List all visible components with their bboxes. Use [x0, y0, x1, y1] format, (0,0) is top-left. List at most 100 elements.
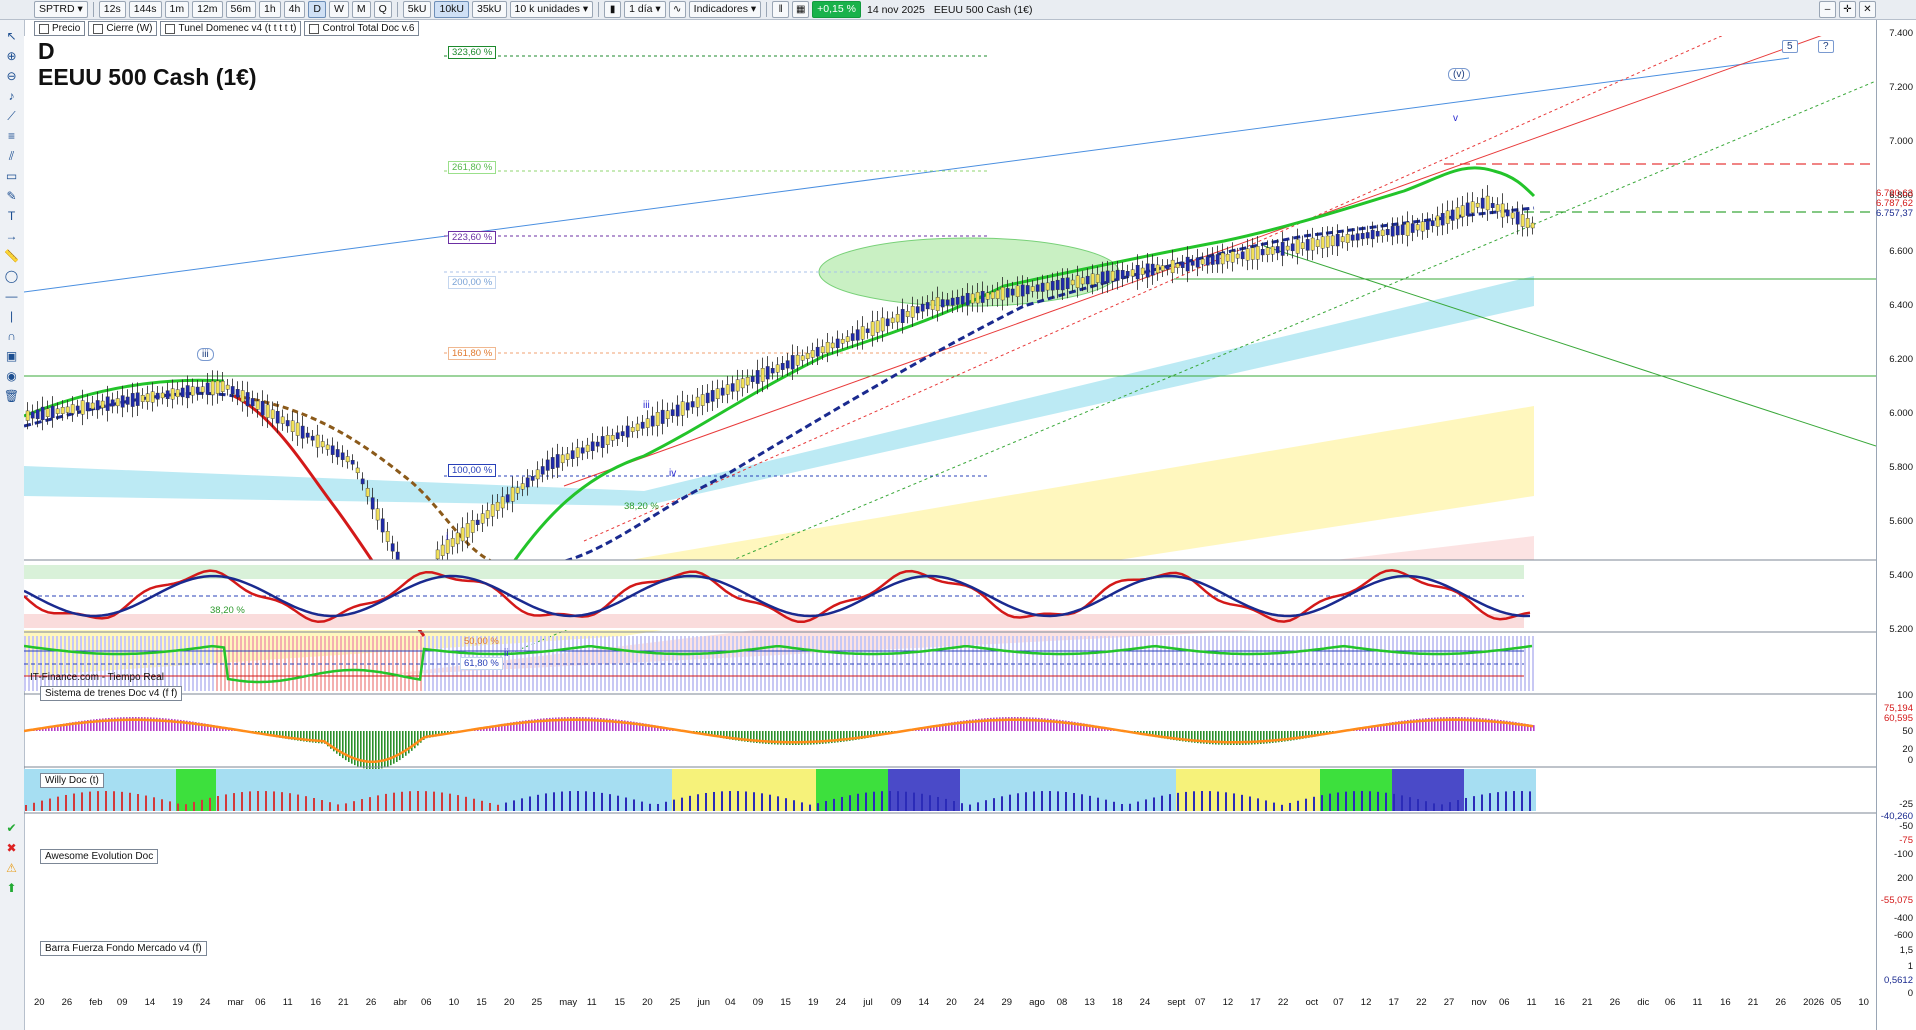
symbol-selector[interactable]: SPTRD ▾ [34, 1, 88, 18]
overlay-tunel-domenec[interactable]: Tunel Domenec v4 (t t t t t) [160, 21, 302, 36]
overlay-control-total[interactable]: Control Total Doc v.6 [304, 21, 420, 36]
cursor-icon[interactable]: ↖ [3, 28, 20, 45]
wave-label-question[interactable]: ? [1818, 40, 1834, 53]
arrow-icon[interactable]: → [3, 228, 20, 245]
instrument-title: EEUU 500 Cash (1€) [933, 3, 1033, 16]
fib-label-61[interactable]: 61,80 % [460, 657, 503, 670]
time-tick: 10 [1858, 997, 1869, 1008]
fib-label-161[interactable]: 161,80 % [448, 347, 497, 360]
interval-d[interactable]: D [308, 1, 326, 18]
up-arrow-icon[interactable]: ⬆ [3, 880, 20, 897]
force-histogram-bar [1081, 794, 1083, 811]
indicators-icon[interactable]: ∿ [668, 1, 686, 18]
horizontal-line-icon[interactable]: — [3, 288, 20, 305]
overlay-close-w[interactable]: Cierre (W) [88, 21, 158, 36]
volume-5ku[interactable]: 5kU [402, 1, 432, 18]
text-icon[interactable]: T [3, 208, 20, 225]
zoom-in-icon[interactable]: ⊕ [3, 48, 20, 65]
indicators-menu[interactable]: Indicadores ▾ [688, 1, 762, 18]
fib-label-50[interactable]: 50,00 % [460, 635, 503, 648]
interval-1h[interactable]: 1h [258, 1, 281, 18]
wave-label-paren-v[interactable]: (v) [1448, 68, 1470, 81]
candle-body [580, 447, 585, 454]
trendline-icon[interactable]: ⟋ [3, 108, 20, 125]
pen-icon[interactable]: ✎ [3, 188, 20, 205]
fib-label-38-mid[interactable]: 38,20 % [620, 500, 663, 513]
willy-bar [1100, 636, 1102, 691]
candle-body [485, 510, 490, 519]
magnet-icon[interactable]: ∩ [3, 328, 20, 345]
interval-w[interactable]: W [328, 1, 349, 18]
interval-56m[interactable]: 56m [225, 1, 256, 18]
close-icon[interactable]: ✕ [1859, 1, 1876, 18]
interval-12s[interactable]: 12s [98, 1, 126, 18]
time-axis[interactable]: 20 26 feb 09 14 19 24 mar 06 11 16 21 26 abr 06 10 15 20 2… [24, 995, 1876, 1011]
bell-icon[interactable]: ♪ [3, 88, 20, 105]
zoom-out-icon[interactable]: ⊖ [3, 68, 20, 85]
warning-icon[interactable]: ⚠ [3, 860, 20, 877]
wave-label-5[interactable]: 5 [1782, 40, 1798, 53]
volume-10ku[interactable]: 10kU [434, 1, 469, 18]
interval-1m[interactable]: 1m [164, 1, 190, 18]
force-histogram-bar [1033, 791, 1035, 811]
fib-label-38-left[interactable]: 38,20 % [206, 604, 249, 617]
units-selector[interactable]: 10 k unidades ▾ [509, 1, 594, 18]
checkbox-icon[interactable] [39, 23, 49, 34]
awesome-bar [369, 731, 371, 770]
period-selector[interactable]: 1 día ▾ [624, 1, 666, 18]
pause-icon[interactable]: ‖ [772, 1, 790, 18]
time-tick: 09 [890, 997, 902, 1008]
minimize-icon[interactable]: – [1819, 1, 1836, 18]
checkbox-icon[interactable] [93, 23, 104, 34]
willy-bar [1324, 636, 1326, 691]
price-tick: 6.600 [1889, 246, 1913, 257]
candle-body [680, 401, 685, 416]
force-histogram-bar [1241, 794, 1243, 811]
fib-icon[interactable]: ≡ [3, 128, 20, 145]
fib-label-100[interactable]: 100,00 % [448, 464, 497, 477]
fib-label-200[interactable]: 200,00 % [448, 276, 497, 289]
ruler-icon[interactable]: 📏 [3, 248, 20, 265]
lock-icon[interactable]: ▣ [3, 348, 20, 365]
interval-144s[interactable]: 144s [128, 1, 162, 18]
crosshair-icon[interactable]: ✛ [1839, 1, 1856, 18]
chart-canvas[interactable] [24, 36, 1876, 996]
panel-title-force[interactable]: Barra Fuerza Fondo Mercado v4 (f) [40, 941, 207, 956]
candle-body [565, 453, 570, 460]
fib-label-261[interactable]: 261,80 % [448, 161, 497, 174]
force-histogram-bar [1513, 791, 1515, 811]
checkbox-icon[interactable] [309, 23, 320, 34]
ellipse-icon[interactable]: ◯ [3, 268, 20, 285]
interval-4h[interactable]: 4h [283, 1, 306, 18]
volume-35ku[interactable]: 35kU [472, 1, 507, 18]
force-histogram-bar [97, 791, 99, 811]
panel-title-trains[interactable]: Sistema de trenes Doc v4 (f f) [40, 686, 183, 701]
chart-type-icon[interactable]: ▮ [604, 1, 622, 18]
force-histogram-bar [665, 801, 667, 811]
rectangle-icon[interactable]: ▭ [3, 168, 20, 185]
price-axis[interactable]: 7.400 7.200 7.000 6.800 6.600 6.400 6.20… [1876, 20, 1916, 1030]
candle-body [25, 410, 30, 421]
fib-label-323[interactable]: 323,60 % [448, 46, 497, 59]
panel-title-willy[interactable]: Willy Doc (t) [40, 773, 104, 788]
check-icon[interactable]: ✔ [3, 820, 20, 837]
vertical-line-icon[interactable]: | [3, 308, 20, 325]
interval-q[interactable]: Q [373, 1, 392, 18]
candle-body [205, 382, 210, 395]
checkbox-icon[interactable] [165, 23, 176, 34]
eye-icon[interactable]: ◉ [3, 368, 20, 385]
overlay-price[interactable]: Precio [34, 21, 86, 36]
fib-label-223[interactable]: 223,60 % [448, 231, 497, 244]
trash-icon[interactable]: 🗑 [3, 388, 20, 405]
time-tick: 21 [1747, 997, 1759, 1008]
force-histogram-bar [993, 798, 995, 811]
interval-m[interactable]: M [351, 1, 371, 18]
candle-body [1035, 284, 1040, 292]
panel-title-awesome[interactable]: Awesome Evolution Doc [40, 849, 159, 864]
wave-label-iii-left[interactable]: iii [197, 348, 214, 361]
grid-icon[interactable]: ▦ [792, 1, 810, 18]
interval-12m[interactable]: 12m [192, 1, 223, 18]
delete-icon[interactable]: ✖ [3, 840, 20, 857]
candle-body [460, 527, 465, 542]
channel-icon[interactable]: ⫽ [3, 148, 20, 165]
